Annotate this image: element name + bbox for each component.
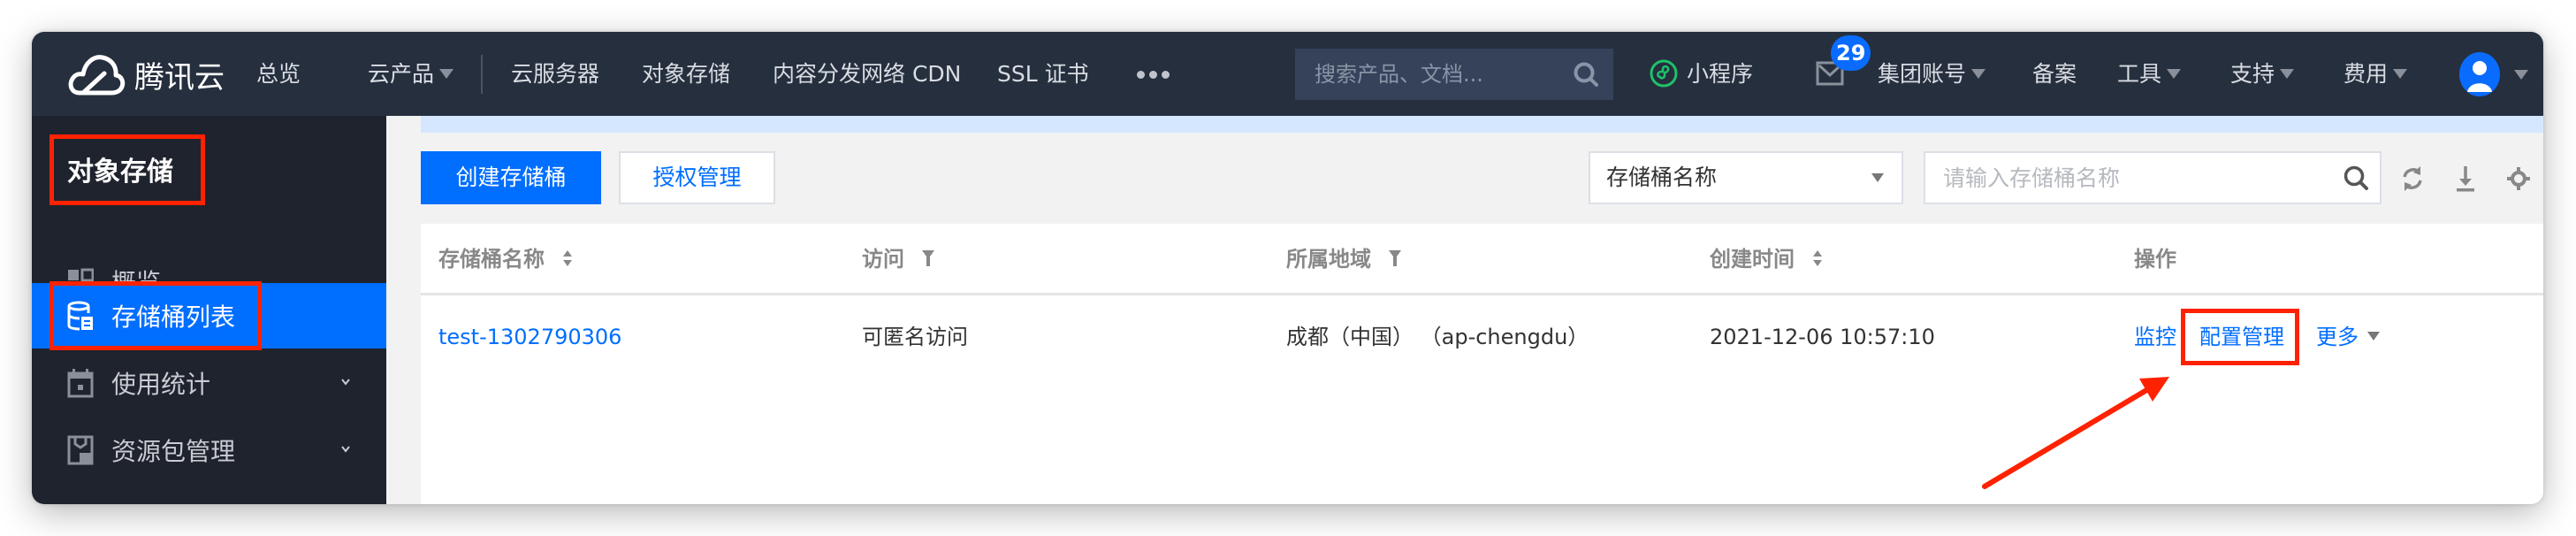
create-bucket-button[interactable]: 创建存储桶 (421, 151, 601, 204)
nav-cos[interactable]: 对象存储 (642, 32, 730, 116)
notice-bar (421, 116, 2543, 133)
column-header-created-time[interactable]: 创建时间 (1710, 224, 1823, 295)
bucket-name-search-input[interactable] (1924, 151, 2382, 204)
nav-cdn[interactable]: 内容分发网络 CDN (773, 32, 961, 116)
nav-divider (481, 55, 483, 94)
nav-beian[interactable]: 备案 (2032, 32, 2077, 116)
nav-group-account[interactable]: 集团账号 (1878, 32, 1986, 116)
search-icon[interactable] (2343, 165, 2369, 191)
nav-label: 工具 (2117, 61, 2162, 87)
nav-label: SSL 证书 (997, 61, 1089, 87)
column-label: 所属地域 (1286, 247, 1371, 272)
refresh-icon[interactable] (2399, 165, 2426, 193)
monitor-link[interactable]: 监控 (2134, 298, 2176, 376)
column-header-region[interactable]: 所属地域 (1286, 224, 1402, 295)
notification-badge: 29 (1831, 35, 1871, 71)
nav-label: 费用 (2344, 61, 2389, 87)
nav-label: 对象存储 (642, 61, 731, 87)
sidebar-item-label: 资源包管理 (111, 437, 236, 466)
authorization-management-button[interactable]: 授权管理 (619, 151, 775, 204)
more-actions-dropdown[interactable]: 更多 (2316, 298, 2380, 376)
search-icon[interactable] (1573, 61, 1599, 88)
calendar-icon (67, 369, 94, 398)
table-header: 存储桶名称 访问 所属地域 创建时间 操作 (421, 224, 2543, 295)
nav-label: 总览 (256, 61, 301, 87)
annotation-highlight-title (50, 134, 205, 205)
column-label: 创建时间 (1710, 247, 1795, 272)
caret-down-icon[interactable] (2514, 70, 2528, 80)
caret-down-icon (439, 68, 454, 79)
annotation-highlight-config-management (2181, 309, 2299, 365)
caret-down-icon (2167, 68, 2182, 79)
search-placeholder: 搜索产品、文档... (1315, 62, 1483, 87)
top-navbar: 腾讯云 总览 云产品 云服务器 对象存储 内容分发网络 CDN SSL 证书 搜… (32, 32, 2543, 116)
cloud-logo-icon (68, 55, 126, 96)
filter-icon[interactable] (922, 249, 935, 267)
global-search[interactable]: 搜索产品、文档... (1295, 49, 1613, 100)
access-cell: 可匿名访问 (862, 325, 968, 349)
nav-label: 小程序 (1687, 61, 1754, 87)
column-header-actions: 操作 (2134, 224, 2176, 295)
user-avatar-icon[interactable] (2458, 51, 2501, 97)
column-label: 操作 (2134, 247, 2176, 272)
download-icon[interactable] (2452, 165, 2479, 193)
nav-label: 集团账号 (1878, 61, 1967, 87)
caret-down-icon (2393, 68, 2408, 79)
nav-cvm[interactable]: 云服务器 (511, 32, 599, 116)
sidebar-item-usage-stats[interactable]: 使用统计 (32, 350, 386, 416)
region-cell: 成都（中国） （ap-chengdu） (1286, 325, 1589, 349)
nav-support[interactable]: 支持 (2230, 32, 2295, 116)
caret-down-icon (1971, 68, 1986, 79)
sidebar-item-label: 使用统计 (111, 370, 211, 399)
chevron-down-icon (341, 446, 350, 453)
sort-icon[interactable] (562, 249, 573, 267)
package-icon (67, 435, 94, 465)
column-label: 访问 (862, 247, 904, 272)
nav-billing[interactable]: 费用 (2344, 32, 2408, 116)
filter-icon[interactable] (1389, 249, 1402, 267)
nav-mini-program[interactable]: 小程序 (1687, 32, 1753, 116)
ellipsis-icon[interactable] (1137, 71, 1170, 79)
console-window: 腾讯云 总览 云产品 云服务器 对象存储 内容分发网络 CDN SSL 证书 搜… (32, 32, 2543, 504)
nav-ssl[interactable]: SSL 证书 (997, 32, 1089, 116)
nav-label: 内容分发网络 CDN (773, 61, 962, 87)
nav-overview[interactable]: 总览 (256, 32, 301, 116)
nav-label: 备案 (2032, 61, 2077, 87)
brand-logo[interactable]: 腾讯云 (67, 48, 225, 101)
nav-label: 云服务器 (511, 61, 600, 87)
settings-icon[interactable] (2505, 165, 2532, 193)
nav-products[interactable]: 云产品 (368, 32, 454, 116)
column-header-bucket-name[interactable]: 存储桶名称 (438, 224, 573, 295)
mini-program-icon (1650, 59, 1678, 88)
nav-label: 云产品 (368, 61, 435, 87)
created-time-cell: 2021-12-06 10:57:10 (1710, 325, 1935, 349)
chevron-down-icon (341, 379, 350, 386)
caret-down-icon (1871, 173, 1884, 182)
column-header-access[interactable]: 访问 (862, 224, 935, 295)
bucket-name-link[interactable]: test-1302790306 (438, 298, 621, 376)
nav-label: 支持 (2230, 61, 2275, 87)
more-label: 更多 (2316, 325, 2359, 349)
annotation-highlight-bucket-list (50, 281, 262, 350)
select-value: 存储桶名称 (1606, 165, 1718, 190)
caret-down-icon (2367, 332, 2380, 341)
column-label: 存储桶名称 (438, 247, 545, 272)
sort-icon[interactable] (1812, 249, 1823, 267)
caret-down-icon (2280, 68, 2295, 79)
brand-name: 腾讯云 (134, 59, 225, 96)
sidebar-item-resource-packages[interactable]: 资源包管理 (32, 417, 386, 483)
nav-tools[interactable]: 工具 (2117, 32, 2182, 116)
filter-field-select[interactable]: 存储桶名称 (1589, 151, 1903, 204)
